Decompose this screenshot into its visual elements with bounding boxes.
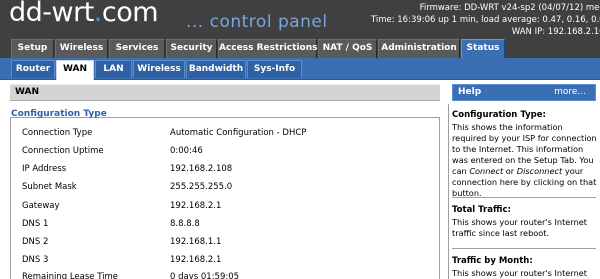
help-disconnect-term: Disconnect bbox=[516, 166, 563, 176]
help-heading-config-type: Configuration Type: bbox=[452, 110, 546, 120]
row-label: DNS 1 bbox=[22, 219, 49, 229]
help-text-config-type: This shows the information required by y… bbox=[452, 122, 598, 199]
tab-security[interactable]: Security bbox=[166, 39, 217, 58]
row-value: 192.168.2.108 bbox=[170, 164, 233, 174]
row-value: 255.255.255.0 bbox=[170, 182, 233, 192]
subtab-wireless[interactable]: Wireless bbox=[133, 60, 185, 78]
row-label: Gateway bbox=[22, 201, 60, 211]
help-text-part: or bbox=[503, 166, 517, 176]
subtab-bandwidth[interactable]: Bandwidth bbox=[186, 60, 246, 78]
help-divider bbox=[452, 248, 596, 249]
help-header: Help more... bbox=[452, 84, 596, 101]
row-value: 0:00:46 bbox=[170, 146, 203, 156]
wan-ip: WAN IP: 192.168.2.108 bbox=[511, 27, 600, 37]
sub-tab-bar: Router WAN LAN Wireless Bandwidth Sys-In… bbox=[0, 58, 600, 80]
help-heading-traffic-by-month: Traffic by Month: bbox=[452, 256, 533, 266]
control-panel-title: ... control panel bbox=[186, 12, 328, 32]
help-connect-term: Connect bbox=[469, 166, 504, 176]
tab-nat-qos[interactable]: NAT / QoS bbox=[318, 39, 377, 58]
row-label: Connection Type bbox=[22, 128, 93, 138]
row-value: 8.8.8.8 bbox=[170, 219, 200, 229]
row-value: 192.168.2.1 bbox=[170, 255, 222, 265]
row-label: IP Address bbox=[22, 164, 67, 174]
row-value: 192.168.1.1 bbox=[170, 237, 222, 247]
help-heading-total-traffic: Total Traffic: bbox=[452, 205, 511, 215]
row-value: 192.168.2.1 bbox=[170, 201, 222, 211]
fieldset-legend: Configuration Type bbox=[11, 109, 107, 119]
firmware-version: Firmware: DD-WRT v24-sp2 (04/07/12) mega bbox=[419, 3, 600, 13]
help-title: Help bbox=[458, 87, 482, 97]
ddwrt-logo[interactable]: dd-wrt.com bbox=[9, 0, 159, 28]
header-bar: dd-wrt.com ... control panel Firmware: D… bbox=[0, 0, 600, 39]
row-value: Automatic Configuration - DHCP bbox=[170, 128, 307, 138]
row-label: DNS 2 bbox=[22, 237, 49, 247]
tab-administration[interactable]: Administration bbox=[378, 39, 460, 58]
tab-access-restrictions[interactable]: Access Restrictions bbox=[218, 39, 317, 58]
row-label: Connection Uptime bbox=[22, 146, 104, 156]
tab-status[interactable]: Status bbox=[461, 39, 505, 59]
row-label: Subnet Mask bbox=[22, 182, 77, 192]
help-divider bbox=[452, 197, 596, 198]
subtab-wan[interactable]: WAN bbox=[56, 60, 94, 80]
subtab-router[interactable]: Router bbox=[11, 60, 55, 78]
subtab-sys-info[interactable]: Sys-Info bbox=[247, 60, 302, 78]
logo-dot: . bbox=[93, 0, 103, 28]
uptime-load: Time: 16:39:06 up 1 min, load average: 0… bbox=[370, 15, 600, 25]
tab-services[interactable]: Services bbox=[109, 39, 165, 58]
main-tab-bar: Setup Wireless Services Security Access … bbox=[0, 39, 600, 59]
help-text-total-traffic: This shows your router's Internet traffi… bbox=[452, 217, 588, 238]
row-label: Remaining Lease Time bbox=[22, 272, 119, 279]
tab-setup[interactable]: Setup bbox=[11, 39, 54, 58]
tab-wireless[interactable]: Wireless bbox=[55, 39, 108, 58]
row-value: 0 days 01:59:05 bbox=[170, 272, 240, 279]
subtab-lan[interactable]: LAN bbox=[95, 60, 132, 78]
help-text-traffic-by-month: This shows your router's Internet bbox=[452, 268, 588, 278]
logo-com: com bbox=[101, 0, 159, 28]
section-title-wan: WAN bbox=[10, 84, 440, 101]
row-label: DNS 3 bbox=[22, 255, 49, 265]
logo-text: dd-wrt bbox=[9, 0, 94, 28]
system-info: Firmware: DD-WRT v24-sp2 (04/07/12) mega… bbox=[371, 2, 600, 38]
help-more-link[interactable]: more... bbox=[554, 85, 586, 100]
